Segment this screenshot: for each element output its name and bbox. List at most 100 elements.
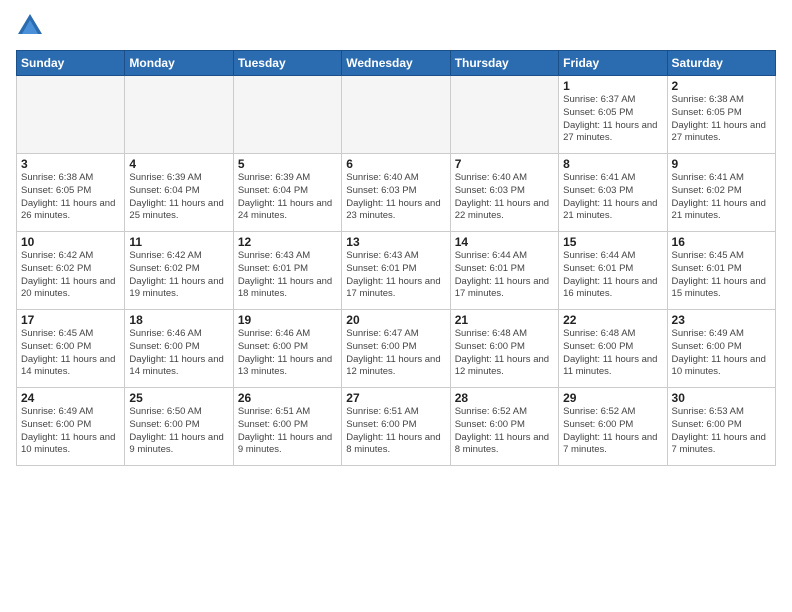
header-monday: Monday — [125, 51, 233, 76]
day-info: Sunrise: 6:38 AM Sunset: 6:05 PM Dayligh… — [672, 94, 771, 145]
day-number: 18 — [129, 313, 228, 327]
day-number: 4 — [129, 157, 228, 171]
day-number: 25 — [129, 391, 228, 405]
day-info: Sunrise: 6:39 AM Sunset: 6:04 PM Dayligh… — [129, 172, 228, 223]
week-row-4: 24Sunrise: 6:49 AM Sunset: 6:00 PM Dayli… — [17, 388, 776, 466]
day-cell: 26Sunrise: 6:51 AM Sunset: 6:00 PM Dayli… — [233, 388, 341, 466]
day-info: Sunrise: 6:48 AM Sunset: 6:00 PM Dayligh… — [563, 328, 662, 379]
day-info: Sunrise: 6:49 AM Sunset: 6:00 PM Dayligh… — [21, 406, 120, 457]
day-cell: 5Sunrise: 6:39 AM Sunset: 6:04 PM Daylig… — [233, 154, 341, 232]
day-info: Sunrise: 6:38 AM Sunset: 6:05 PM Dayligh… — [21, 172, 120, 223]
day-info: Sunrise: 6:52 AM Sunset: 6:00 PM Dayligh… — [563, 406, 662, 457]
day-cell: 28Sunrise: 6:52 AM Sunset: 6:00 PM Dayli… — [450, 388, 558, 466]
day-info: Sunrise: 6:47 AM Sunset: 6:00 PM Dayligh… — [346, 328, 445, 379]
day-number: 17 — [21, 313, 120, 327]
day-cell — [125, 76, 233, 154]
day-cell: 1Sunrise: 6:37 AM Sunset: 6:05 PM Daylig… — [559, 76, 667, 154]
header — [16, 12, 776, 40]
day-number: 21 — [455, 313, 554, 327]
day-number: 13 — [346, 235, 445, 249]
day-info: Sunrise: 6:46 AM Sunset: 6:00 PM Dayligh… — [238, 328, 337, 379]
day-number: 10 — [21, 235, 120, 249]
day-cell: 20Sunrise: 6:47 AM Sunset: 6:00 PM Dayli… — [342, 310, 450, 388]
day-info: Sunrise: 6:48 AM Sunset: 6:00 PM Dayligh… — [455, 328, 554, 379]
day-cell: 13Sunrise: 6:43 AM Sunset: 6:01 PM Dayli… — [342, 232, 450, 310]
day-number: 11 — [129, 235, 228, 249]
calendar-header-row: SundayMondayTuesdayWednesdayThursdayFrid… — [17, 51, 776, 76]
day-cell: 18Sunrise: 6:46 AM Sunset: 6:00 PM Dayli… — [125, 310, 233, 388]
day-cell: 30Sunrise: 6:53 AM Sunset: 6:00 PM Dayli… — [667, 388, 775, 466]
day-info: Sunrise: 6:41 AM Sunset: 6:03 PM Dayligh… — [563, 172, 662, 223]
page-container: SundayMondayTuesdayWednesdayThursdayFrid… — [0, 0, 792, 612]
day-number: 22 — [563, 313, 662, 327]
day-number: 6 — [346, 157, 445, 171]
day-info: Sunrise: 6:43 AM Sunset: 6:01 PM Dayligh… — [346, 250, 445, 301]
day-info: Sunrise: 6:39 AM Sunset: 6:04 PM Dayligh… — [238, 172, 337, 223]
day-cell: 27Sunrise: 6:51 AM Sunset: 6:00 PM Dayli… — [342, 388, 450, 466]
day-cell: 12Sunrise: 6:43 AM Sunset: 6:01 PM Dayli… — [233, 232, 341, 310]
day-number: 5 — [238, 157, 337, 171]
day-info: Sunrise: 6:44 AM Sunset: 6:01 PM Dayligh… — [455, 250, 554, 301]
day-number: 2 — [672, 79, 771, 93]
day-info: Sunrise: 6:40 AM Sunset: 6:03 PM Dayligh… — [455, 172, 554, 223]
day-cell: 22Sunrise: 6:48 AM Sunset: 6:00 PM Dayli… — [559, 310, 667, 388]
day-cell — [233, 76, 341, 154]
day-cell: 19Sunrise: 6:46 AM Sunset: 6:00 PM Dayli… — [233, 310, 341, 388]
week-row-0: 1Sunrise: 6:37 AM Sunset: 6:05 PM Daylig… — [17, 76, 776, 154]
calendar: SundayMondayTuesdayWednesdayThursdayFrid… — [16, 50, 776, 466]
header-friday: Friday — [559, 51, 667, 76]
day-cell: 7Sunrise: 6:40 AM Sunset: 6:03 PM Daylig… — [450, 154, 558, 232]
day-number: 30 — [672, 391, 771, 405]
week-row-3: 17Sunrise: 6:45 AM Sunset: 6:00 PM Dayli… — [17, 310, 776, 388]
day-cell: 4Sunrise: 6:39 AM Sunset: 6:04 PM Daylig… — [125, 154, 233, 232]
day-info: Sunrise: 6:37 AM Sunset: 6:05 PM Dayligh… — [563, 94, 662, 145]
day-info: Sunrise: 6:42 AM Sunset: 6:02 PM Dayligh… — [21, 250, 120, 301]
day-info: Sunrise: 6:43 AM Sunset: 6:01 PM Dayligh… — [238, 250, 337, 301]
day-cell: 25Sunrise: 6:50 AM Sunset: 6:00 PM Dayli… — [125, 388, 233, 466]
day-number: 27 — [346, 391, 445, 405]
day-number: 24 — [21, 391, 120, 405]
day-cell: 9Sunrise: 6:41 AM Sunset: 6:02 PM Daylig… — [667, 154, 775, 232]
day-cell: 14Sunrise: 6:44 AM Sunset: 6:01 PM Dayli… — [450, 232, 558, 310]
day-number: 14 — [455, 235, 554, 249]
day-info: Sunrise: 6:42 AM Sunset: 6:02 PM Dayligh… — [129, 250, 228, 301]
day-number: 20 — [346, 313, 445, 327]
day-number: 26 — [238, 391, 337, 405]
day-info: Sunrise: 6:52 AM Sunset: 6:00 PM Dayligh… — [455, 406, 554, 457]
day-info: Sunrise: 6:49 AM Sunset: 6:00 PM Dayligh… — [672, 328, 771, 379]
day-number: 1 — [563, 79, 662, 93]
day-number: 23 — [672, 313, 771, 327]
header-sunday: Sunday — [17, 51, 125, 76]
day-number: 29 — [563, 391, 662, 405]
header-saturday: Saturday — [667, 51, 775, 76]
week-row-2: 10Sunrise: 6:42 AM Sunset: 6:02 PM Dayli… — [17, 232, 776, 310]
day-info: Sunrise: 6:41 AM Sunset: 6:02 PM Dayligh… — [672, 172, 771, 223]
day-info: Sunrise: 6:46 AM Sunset: 6:00 PM Dayligh… — [129, 328, 228, 379]
day-cell: 11Sunrise: 6:42 AM Sunset: 6:02 PM Dayli… — [125, 232, 233, 310]
day-number: 16 — [672, 235, 771, 249]
day-number: 9 — [672, 157, 771, 171]
day-cell: 17Sunrise: 6:45 AM Sunset: 6:00 PM Dayli… — [17, 310, 125, 388]
day-cell: 6Sunrise: 6:40 AM Sunset: 6:03 PM Daylig… — [342, 154, 450, 232]
day-cell: 29Sunrise: 6:52 AM Sunset: 6:00 PM Dayli… — [559, 388, 667, 466]
day-info: Sunrise: 6:53 AM Sunset: 6:00 PM Dayligh… — [672, 406, 771, 457]
day-cell: 3Sunrise: 6:38 AM Sunset: 6:05 PM Daylig… — [17, 154, 125, 232]
day-info: Sunrise: 6:45 AM Sunset: 6:01 PM Dayligh… — [672, 250, 771, 301]
day-info: Sunrise: 6:51 AM Sunset: 6:00 PM Dayligh… — [346, 406, 445, 457]
header-thursday: Thursday — [450, 51, 558, 76]
day-number: 3 — [21, 157, 120, 171]
header-wednesday: Wednesday — [342, 51, 450, 76]
day-number: 12 — [238, 235, 337, 249]
day-info: Sunrise: 6:44 AM Sunset: 6:01 PM Dayligh… — [563, 250, 662, 301]
day-cell — [450, 76, 558, 154]
day-cell — [17, 76, 125, 154]
day-info: Sunrise: 6:51 AM Sunset: 6:00 PM Dayligh… — [238, 406, 337, 457]
day-info: Sunrise: 6:40 AM Sunset: 6:03 PM Dayligh… — [346, 172, 445, 223]
day-cell — [342, 76, 450, 154]
day-number: 8 — [563, 157, 662, 171]
week-row-1: 3Sunrise: 6:38 AM Sunset: 6:05 PM Daylig… — [17, 154, 776, 232]
day-number: 15 — [563, 235, 662, 249]
day-cell: 21Sunrise: 6:48 AM Sunset: 6:00 PM Dayli… — [450, 310, 558, 388]
logo-icon — [16, 12, 44, 40]
day-info: Sunrise: 6:45 AM Sunset: 6:00 PM Dayligh… — [21, 328, 120, 379]
